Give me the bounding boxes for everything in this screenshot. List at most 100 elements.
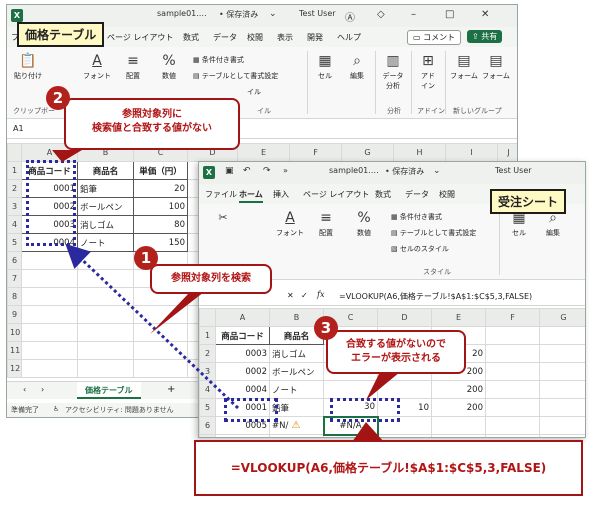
cell-name[interactable]: ノート xyxy=(77,233,134,252)
cell-price[interactable]: 100 xyxy=(133,197,188,216)
menu-file[interactable]: ファイル xyxy=(205,189,237,200)
cell-header-price[interactable]: 単価（円） xyxy=(133,161,188,180)
cell[interactable] xyxy=(539,416,585,435)
col-header[interactable]: F xyxy=(485,308,540,327)
cell-name[interactable]: 鉛筆 xyxy=(77,179,134,198)
cell-name[interactable]: 消しゴム xyxy=(77,215,134,234)
cell[interactable] xyxy=(77,305,134,324)
cell-code[interactable]: 0004 xyxy=(215,380,270,399)
number-button[interactable]: % 数値 xyxy=(155,53,183,81)
menu-formulas[interactable]: 数式 xyxy=(375,189,391,200)
warning-icon[interactable]: ⚠ xyxy=(288,420,301,431)
chevron-down-icon[interactable]: ⌄ xyxy=(269,9,277,19)
cell[interactable] xyxy=(485,416,540,435)
cell[interactable] xyxy=(133,341,188,360)
cell-code[interactable]: 0003 xyxy=(215,344,270,363)
number-button[interactable]: % 数値 xyxy=(349,210,379,238)
cell[interactable] xyxy=(539,380,585,399)
row-header[interactable]: 2 xyxy=(199,344,216,363)
row-header[interactable]: 7 xyxy=(7,269,22,288)
row-header[interactable]: 10 xyxy=(7,323,22,342)
cell[interactable] xyxy=(323,434,378,437)
cell[interactable] xyxy=(21,287,78,306)
col-header[interactable]: D xyxy=(377,308,432,327)
cell[interactable] xyxy=(21,305,78,324)
cell-code[interactable]: 0002 xyxy=(215,362,270,381)
cell-total[interactable] xyxy=(431,416,486,435)
menu-page-layout[interactable]: ページ レイアウト xyxy=(107,32,173,43)
fx-icon[interactable]: fx xyxy=(317,290,324,299)
font-button[interactable]: A フォント xyxy=(275,210,305,238)
edit-button[interactable]: ⌕ 編集 xyxy=(539,210,567,238)
menu-page-layout[interactable]: ページ レイアウト xyxy=(303,189,369,200)
edit-button[interactable]: ⌕ 編集 xyxy=(343,53,371,81)
cell-style-button[interactable]: イル xyxy=(247,87,261,97)
comment-button[interactable]: ▭ コメント xyxy=(407,30,462,45)
col-header[interactable]: F xyxy=(289,143,342,162)
cell[interactable] xyxy=(21,269,78,288)
cell[interactable] xyxy=(539,344,585,363)
row-header[interactable]: 7 xyxy=(199,434,216,437)
cell[interactable] xyxy=(431,434,486,437)
align-button[interactable]: ≡ 配置 xyxy=(119,53,147,81)
cell[interactable] xyxy=(539,362,585,381)
cell[interactable] xyxy=(77,269,134,288)
col-header[interactable]: J xyxy=(497,143,517,162)
table-format-button[interactable]: ▤ テーブルとして書式設定 xyxy=(193,71,278,81)
row-header[interactable]: 6 xyxy=(199,416,216,435)
row-header[interactable]: 8 xyxy=(7,287,22,306)
cell-price[interactable] xyxy=(323,380,378,399)
row-header[interactable]: 5 xyxy=(199,398,216,417)
row-header[interactable]: 12 xyxy=(7,359,22,378)
cell-style-button[interactable]: ▧ セルのスタイル xyxy=(391,244,449,254)
user-name[interactable]: Test User xyxy=(299,9,336,18)
cell-header-code[interactable]: 商品コード xyxy=(215,326,270,345)
cell[interactable] xyxy=(21,251,78,270)
redo-icon[interactable]: ↷ xyxy=(263,166,271,176)
col-header[interactable]: H xyxy=(393,143,446,162)
maximize-icon[interactable]: □ xyxy=(445,9,454,20)
col-header[interactable]: I xyxy=(445,143,498,162)
cell-qty[interactable] xyxy=(377,380,432,399)
cells-button[interactable]: ▦ セル xyxy=(311,53,339,81)
form-button[interactable]: ▤ フォーム xyxy=(449,53,479,81)
cell[interactable] xyxy=(539,434,585,437)
row-header[interactable]: 4 xyxy=(7,215,22,234)
col-header[interactable]: A xyxy=(215,308,270,327)
menu-view[interactable]: 表示 xyxy=(277,32,293,43)
addin-button[interactable]: ⊞ アド イン xyxy=(415,53,441,91)
chevron-down-icon[interactable]: ⌄ xyxy=(433,166,441,176)
cell[interactable] xyxy=(485,362,540,381)
cell-price[interactable]: 20 xyxy=(133,179,188,198)
data-analysis-button[interactable]: ▥ データ 分析 xyxy=(379,53,407,91)
cell[interactable] xyxy=(485,326,540,345)
cell[interactable] xyxy=(77,323,134,342)
check-icon[interactable]: ✓ xyxy=(301,291,308,300)
cell[interactable] xyxy=(133,359,188,378)
row-header[interactable]: 3 xyxy=(7,197,22,216)
cell[interactable] xyxy=(485,434,540,437)
cell-price[interactable]: 80 xyxy=(133,215,188,234)
cell-name[interactable]: 消しゴム xyxy=(269,344,324,363)
cell[interactable] xyxy=(485,344,540,363)
cell[interactable] xyxy=(485,398,540,417)
undo-icon[interactable]: ↶ xyxy=(243,166,251,176)
share-button[interactable]: ⇪ 共有 xyxy=(467,30,503,43)
row-header[interactable]: 9 xyxy=(7,305,22,324)
col-header[interactable]: G xyxy=(341,143,394,162)
cell-name[interactable]: ノート xyxy=(269,380,324,399)
cut-button[interactable]: ✂ xyxy=(213,210,233,228)
cell-name[interactable]: ボールペン xyxy=(269,362,324,381)
avatar-icon[interactable]: Ⓐ xyxy=(345,9,355,24)
cell[interactable] xyxy=(21,323,78,342)
cell[interactable] xyxy=(539,326,585,345)
row-header[interactable]: 6 xyxy=(7,251,22,270)
form-button-2[interactable]: ▤ フォーム xyxy=(481,53,511,81)
row-header[interactable]: 3 xyxy=(199,362,216,381)
menu-review[interactable]: 校閲 xyxy=(247,32,263,43)
menu-review[interactable]: 校閲 xyxy=(439,189,455,200)
menu-data[interactable]: データ xyxy=(405,189,429,200)
cell[interactable] xyxy=(485,380,540,399)
menu-data[interactable]: データ xyxy=(213,32,237,43)
menu-insert[interactable]: 挿入 xyxy=(273,189,289,200)
